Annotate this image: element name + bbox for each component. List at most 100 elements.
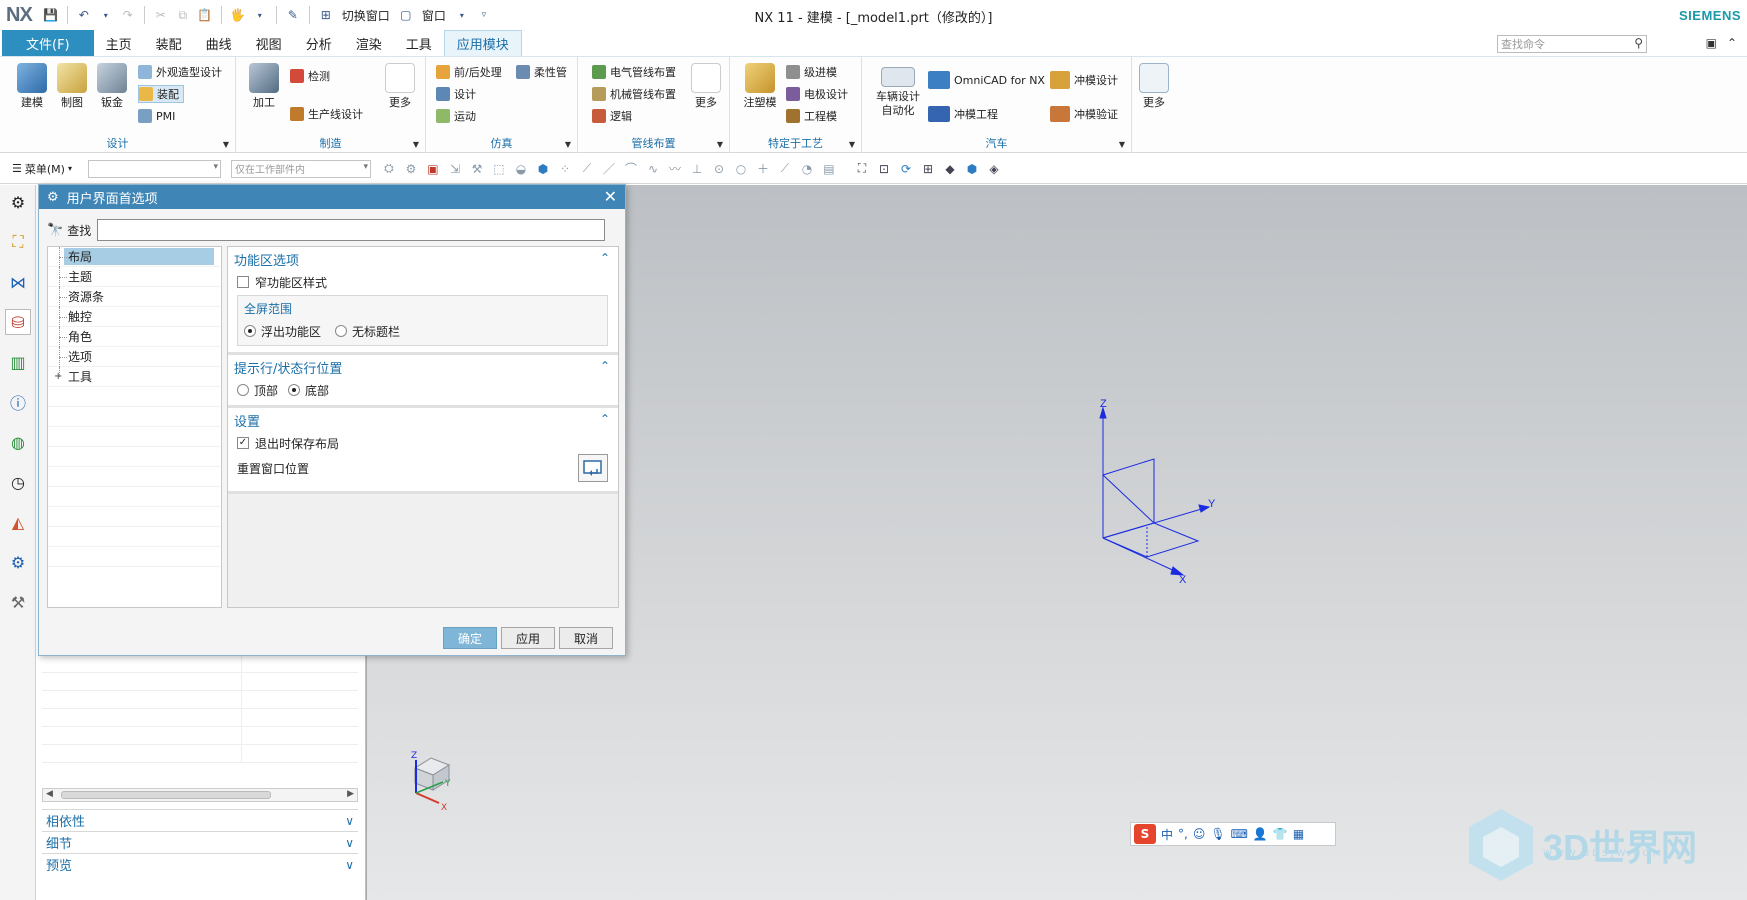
apply-button[interactable]: 应用	[501, 627, 555, 649]
scroll-left-icon[interactable]: ◀	[46, 789, 53, 799]
edge-icon[interactable]: ／	[601, 161, 617, 177]
ime-language-toggle[interactable]: 中	[1161, 826, 1173, 843]
progressive-die-button[interactable]: 级进模	[786, 63, 837, 81]
history-icon[interactable]: ◷	[5, 469, 31, 495]
tab-view[interactable]: 视图	[244, 30, 294, 56]
dropdown-icon[interactable]: ▾	[97, 6, 115, 24]
center-point-icon[interactable]: ⊙	[711, 161, 727, 177]
electrode-design-button[interactable]: 电极设计	[786, 85, 848, 103]
tab-analysis[interactable]: 分析	[294, 30, 344, 56]
assembly-app-button[interactable]: 装配	[138, 85, 184, 103]
group-expand-icon[interactable]: ▼	[223, 140, 229, 149]
shaded-cube-icon[interactable]: ⬢	[964, 161, 980, 177]
save-icon[interactable]: 💾	[42, 6, 60, 24]
filter-icon[interactable]: ⚙	[403, 161, 419, 177]
horizontal-scrollbar[interactable]: ◀ ▶	[42, 788, 358, 802]
reuse-library-icon[interactable]: ▥	[5, 349, 31, 375]
touch-mode-icon[interactable]: 🖐	[229, 6, 247, 24]
snap-icon[interactable]: ⛭	[381, 161, 397, 177]
circle-point-icon[interactable]: ○	[733, 161, 749, 177]
narrow-ribbon-checkbox[interactable]	[237, 276, 249, 288]
group-expand-icon[interactable]: ▼	[1119, 140, 1125, 149]
pre-post-button[interactable]: 前/后处理	[436, 63, 502, 81]
collapse-icon[interactable]: ⌃	[600, 359, 610, 373]
die-validation-button[interactable]: 冲模验证	[1050, 105, 1118, 123]
tab-curve[interactable]: 曲线	[194, 30, 244, 56]
preview-section[interactable]: 预览 ∨	[42, 853, 358, 875]
inspection-button[interactable]: 检测	[290, 67, 330, 85]
modeling-button[interactable]: 建模	[12, 63, 52, 110]
quadrant-icon[interactable]: ◔	[799, 161, 815, 177]
undo-icon[interactable]: ↶	[75, 6, 93, 24]
group-expand-icon[interactable]: ▼	[565, 140, 571, 149]
top-radio[interactable]	[237, 384, 249, 396]
vehicle-design-automation-button[interactable]: 车辆设计自动化	[870, 67, 926, 118]
hd3d-tools-icon[interactable]: ⓘ	[5, 389, 31, 415]
tab-file[interactable]: 文件(F)	[2, 30, 94, 56]
visualization-icon[interactable]: ◭	[5, 509, 31, 535]
repeat-command-icon[interactable]: ✎	[284, 6, 302, 24]
copy-icon[interactable]: ⧉	[174, 6, 192, 24]
search-icon[interactable]: ⚲	[1634, 36, 1643, 50]
section-header[interactable]: 提示行/状态行位置 ⌃	[228, 355, 618, 379]
roles-icon[interactable]: ⚒	[5, 589, 31, 615]
type-filter-select[interactable]: ▾	[87, 159, 221, 178]
dropdown-icon[interactable]: ▾	[453, 6, 471, 24]
point-icon[interactable]: ＋	[755, 161, 771, 177]
dialog-header[interactable]: ⚙ 用户界面首选项 ✕	[39, 185, 625, 209]
manufacturing-more-button[interactable]: 更多	[380, 63, 420, 110]
no-titlebar-radio[interactable]	[335, 325, 348, 337]
sogou-logo[interactable]: S	[1134, 824, 1156, 844]
keyboard-icon[interactable]: ⌨	[1231, 827, 1248, 841]
flexible-pipe-button[interactable]: 柔性管	[516, 63, 567, 81]
section-header[interactable]: 功能区选项 ⌃	[228, 247, 618, 271]
rotate-icon[interactable]: ⟳	[898, 161, 914, 177]
tab-tools[interactable]: 工具	[394, 30, 444, 56]
dropdown-icon[interactable]: ▾	[251, 6, 269, 24]
reset-window-button[interactable]	[578, 454, 608, 482]
show-hide-icon[interactable]: ◈	[986, 161, 1002, 177]
omnicad-button[interactable]: OmniCAD for NX	[928, 71, 1045, 89]
tree-item-resource-bar[interactable]: 资源条	[48, 287, 221, 307]
details-section[interactable]: 细节 ∨	[42, 831, 358, 853]
emoji-icon[interactable]: ☺	[1193, 827, 1206, 841]
close-icon[interactable]: ✕	[604, 187, 617, 206]
tree-item-roles[interactable]: 角色	[48, 327, 221, 347]
vertex-icon[interactable]: ⁘	[557, 161, 573, 177]
mold-wizard-button[interactable]: 注塑模	[740, 63, 780, 110]
electrical-routing-button[interactable]: 电气管线布置	[592, 63, 676, 81]
tree-item-options[interactable]: 选项	[48, 347, 221, 367]
shape-studio-button[interactable]: 外观造型设计	[138, 63, 222, 81]
spline-icon[interactable]: ∿	[645, 161, 661, 177]
motion-button[interactable]: 运动	[436, 107, 476, 125]
bottom-radio[interactable]	[288, 384, 301, 396]
find-input[interactable]	[97, 219, 606, 241]
window-icon[interactable]: ▢	[397, 6, 415, 24]
die-engineering-button[interactable]: 冲模工程	[928, 105, 998, 123]
rule-icon[interactable]: ⇲	[447, 161, 463, 177]
menu-button[interactable]: ☰ 菜单(M) ▾	[12, 161, 72, 177]
tangent-icon[interactable]: ⟋	[777, 161, 793, 177]
sheet-metal-button[interactable]: 钣金	[92, 63, 132, 110]
manufacturing-button[interactable]: 加工	[244, 63, 284, 110]
fit-view-icon[interactable]: ⛶	[854, 161, 870, 177]
tab-render[interactable]: 渲染	[344, 30, 394, 56]
restore-window-icon[interactable]: ▣	[1706, 36, 1717, 50]
logical-routing-button[interactable]: 逻辑	[592, 107, 632, 125]
part-navigator-icon[interactable]: ⛁	[5, 309, 31, 335]
tree-item-tools[interactable]: + 工具	[48, 367, 221, 387]
group-expand-icon[interactable]: ▼	[717, 140, 723, 149]
tree-item-layout[interactable]: 布局	[48, 247, 221, 267]
group-expand-icon[interactable]: ▼	[849, 140, 855, 149]
routing-more-button[interactable]: 更多	[686, 63, 726, 110]
pmi-button[interactable]: PMI	[138, 107, 175, 125]
feature-icon[interactable]: ⚒	[469, 161, 485, 177]
narrow-ribbon-row[interactable]: 窄功能区样式	[228, 271, 618, 293]
collapse-icon[interactable]: ⌃	[600, 251, 610, 265]
zoom-icon[interactable]: ⊡	[876, 161, 892, 177]
process-studio-icon[interactable]: ⚙	[5, 549, 31, 575]
settings-gear-icon[interactable]: ⚙	[5, 189, 31, 215]
sim-design-button[interactable]: 设计	[436, 85, 476, 103]
switch-window-button[interactable]: 切换窗口	[339, 7, 393, 24]
orient-view-icon[interactable]: ⊞	[920, 161, 936, 177]
